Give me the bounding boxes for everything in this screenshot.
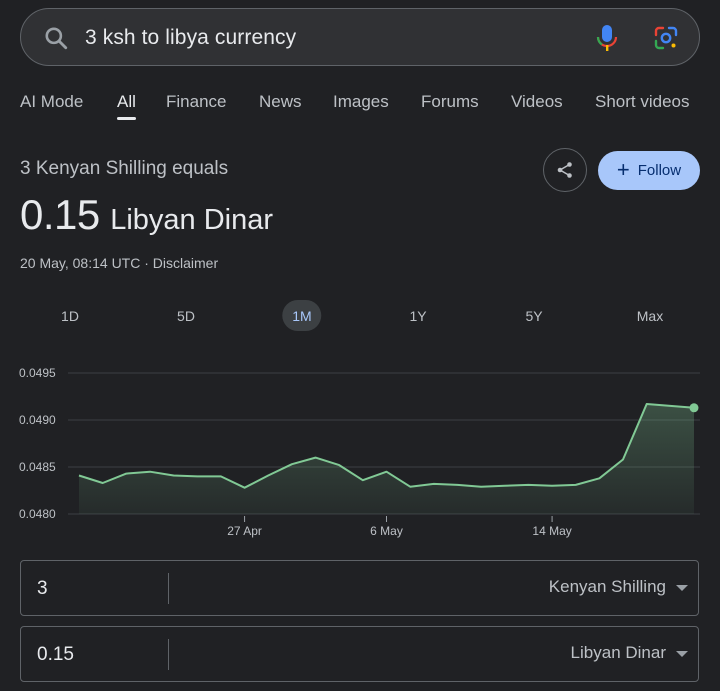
tab-ai-mode[interactable]: AI Mode: [20, 92, 83, 112]
divider: [168, 639, 169, 670]
tab-forums[interactable]: Forums: [421, 92, 479, 112]
range-selector: 1D 5D 1M 1Y 5Y Max: [0, 300, 720, 332]
range-1m[interactable]: 1M: [282, 300, 322, 331]
tab-videos[interactable]: Videos: [511, 92, 563, 112]
result-amount: 0.15: [20, 191, 100, 238]
range-1y[interactable]: 1Y: [399, 300, 436, 331]
y-tick-label: 0.0485: [19, 460, 56, 474]
converter-from: 3 Kenyan Shilling: [20, 560, 699, 616]
tab-short-videos[interactable]: Short videos: [595, 92, 690, 112]
range-1d[interactable]: 1D: [51, 300, 89, 331]
tab-news[interactable]: News: [259, 92, 302, 112]
camera-lens-icon[interactable]: [653, 25, 679, 51]
range-max[interactable]: Max: [627, 300, 673, 331]
share-icon: [557, 162, 572, 178]
x-tick-label: 6 May: [370, 524, 403, 538]
y-tick-label: 0.0480: [19, 507, 56, 521]
to-amount-input[interactable]: 0.15: [37, 644, 74, 666]
exchange-rate-chart[interactable]: 0.0495 0.0490 0.0485 0.0480 27 Apr 6 May 14 Ma…: [0, 355, 720, 545]
tab-images[interactable]: Images: [333, 92, 389, 112]
follow-label: Follow: [637, 162, 682, 179]
search-input[interactable]: 3 ksh to libya currency: [85, 26, 296, 50]
microphone-icon[interactable]: [595, 24, 619, 52]
x-tick-label: 27 Apr: [227, 524, 262, 538]
converter-to: 0.15 Libyan Dinar: [20, 626, 699, 682]
from-currency-select[interactable]: Kenyan Shilling: [549, 577, 666, 597]
share-button[interactable]: [543, 148, 587, 192]
follow-button[interactable]: + Follow: [598, 151, 700, 190]
timestamp-disclaimer[interactable]: 20 May, 08:14 UTC · Disclaimer: [20, 255, 218, 271]
tab-all[interactable]: All: [117, 92, 136, 120]
search-icon: [45, 27, 68, 50]
conversion-result: 0.15 Libyan Dinar: [20, 191, 273, 239]
chevron-down-icon[interactable]: [676, 585, 688, 591]
conversion-subtitle: 3 Kenyan Shilling equals: [20, 158, 229, 179]
y-tick-label: 0.0490: [19, 413, 56, 427]
plus-icon: +: [616, 156, 630, 182]
range-5y[interactable]: 5Y: [515, 300, 552, 331]
x-tick-label: 14 May: [532, 524, 571, 538]
chevron-down-icon[interactable]: [676, 651, 688, 657]
search-bar[interactable]: 3 ksh to libya currency: [20, 8, 700, 66]
from-amount-input[interactable]: 3: [37, 578, 48, 600]
y-tick-label: 0.0495: [19, 366, 56, 380]
result-currency: Libyan Dinar: [110, 204, 274, 236]
divider: [168, 573, 169, 604]
range-5d[interactable]: 5D: [167, 300, 205, 331]
tab-finance[interactable]: Finance: [166, 92, 226, 112]
to-currency-select[interactable]: Libyan Dinar: [571, 643, 666, 663]
latest-point-marker: [689, 403, 699, 413]
